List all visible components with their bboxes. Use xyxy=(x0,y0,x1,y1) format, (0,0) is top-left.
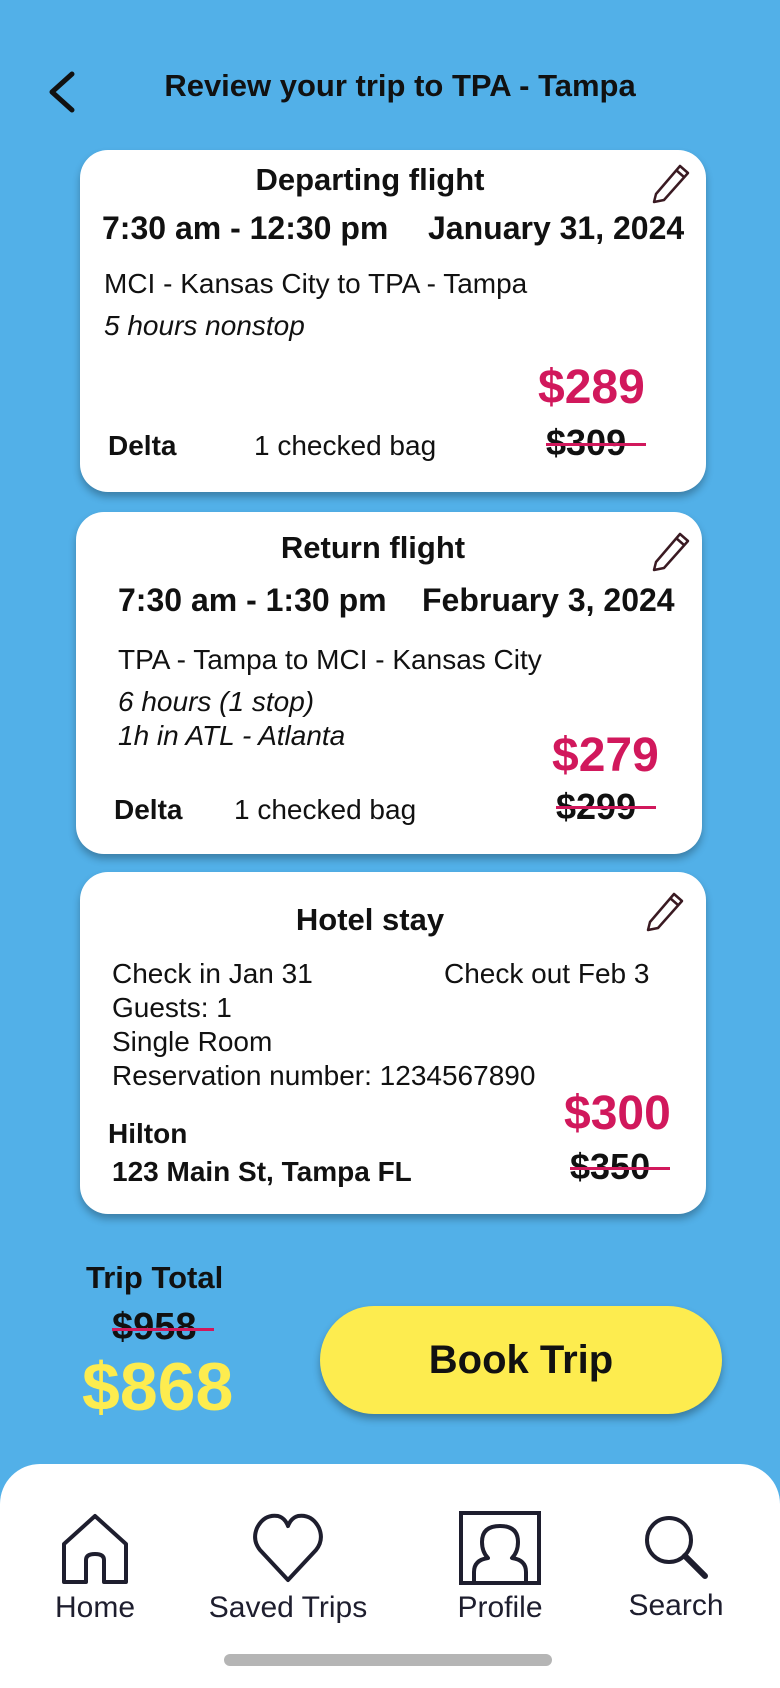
hotel-stay-card: Hotel stay Check in Jan 31 Check out Feb… xyxy=(80,872,706,1214)
nav-item-home[interactable]: Home xyxy=(40,1510,150,1625)
airline-name: Delta xyxy=(114,794,183,825)
layover-info: 1h in ATL - Atlanta xyxy=(118,720,346,751)
departing-flight-card: Departing flight 7:30 am - 12:30 pm Janu… xyxy=(80,150,706,492)
chevron-left-icon xyxy=(49,71,75,113)
room-type: Single Room xyxy=(112,1026,273,1057)
price-strikethrough xyxy=(556,806,656,809)
discounted-price: $300 xyxy=(564,1087,671,1140)
home-indicator xyxy=(224,1654,552,1666)
nav-label: Search xyxy=(628,1589,724,1622)
hotel-name: Hilton xyxy=(108,1118,188,1149)
nav-item-saved-trips[interactable]: Saved Trips xyxy=(192,1510,384,1625)
flight-date: January 31, 2024 xyxy=(428,210,685,246)
card-title: Hotel stay xyxy=(295,902,445,937)
edit-departing-button[interactable] xyxy=(646,158,694,206)
price-strikethrough xyxy=(570,1167,670,1170)
back-button[interactable] xyxy=(38,66,86,118)
baggage-info: 1 checked bag xyxy=(234,794,417,825)
guest-count: Guests: 1 xyxy=(112,992,232,1023)
flight-route: MCI - Kansas City to TPA - Tampa xyxy=(104,268,528,299)
profile-icon xyxy=(459,1511,541,1585)
flight-route: TPA - Tampa to MCI - Kansas City xyxy=(118,644,542,675)
edit-hotel-button[interactable] xyxy=(640,886,688,934)
return-flight-card: Return flight 7:30 am - 1:30 pm February… xyxy=(76,512,702,854)
page-title: Review your trip to TPA - Tampa xyxy=(164,68,636,103)
heart-icon xyxy=(253,1513,323,1582)
airline-name: Delta xyxy=(108,430,177,461)
flight-duration: 6 hours (1 stop) xyxy=(118,686,315,717)
pencil-icon xyxy=(652,164,690,204)
book-trip-button[interactable]: Book Trip xyxy=(320,1306,722,1414)
hotel-address: 123 Main St, Tampa FL xyxy=(112,1156,412,1187)
flight-duration: 5 hours nonstop xyxy=(104,310,305,341)
discounted-price: $279 xyxy=(552,729,659,782)
discounted-price: $289 xyxy=(538,361,645,414)
check-out-date: Check out Feb 3 xyxy=(444,958,650,989)
home-icon xyxy=(62,1514,128,1584)
trip-total-label: Trip Total xyxy=(86,1260,224,1295)
trip-total-price: $868 xyxy=(82,1349,234,1425)
nav-label: Home xyxy=(54,1591,136,1624)
edit-return-button[interactable] xyxy=(646,526,694,574)
reservation-number: Reservation number: 1234567890 xyxy=(112,1060,536,1091)
flight-times: 7:30 am - 1:30 pm xyxy=(118,582,387,618)
card-title: Return flight xyxy=(280,530,466,565)
flight-date: February 3, 2024 xyxy=(422,582,675,618)
nav-label: Saved Trips xyxy=(208,1591,368,1624)
check-in-date: Check in Jan 31 xyxy=(112,958,313,989)
card-title: Departing flight xyxy=(255,162,485,197)
flight-times: 7:30 am - 12:30 pm xyxy=(102,210,389,246)
pencil-icon xyxy=(652,532,690,572)
total-strikethrough xyxy=(112,1328,214,1331)
nav-label: Profile xyxy=(457,1591,543,1624)
baggage-info: 1 checked bag xyxy=(254,430,437,461)
price-strikethrough xyxy=(546,443,646,446)
nav-item-search[interactable]: Search xyxy=(616,1510,736,1623)
pencil-icon xyxy=(646,892,684,932)
nav-item-profile[interactable]: Profile xyxy=(440,1510,560,1625)
search-icon xyxy=(645,1516,708,1579)
